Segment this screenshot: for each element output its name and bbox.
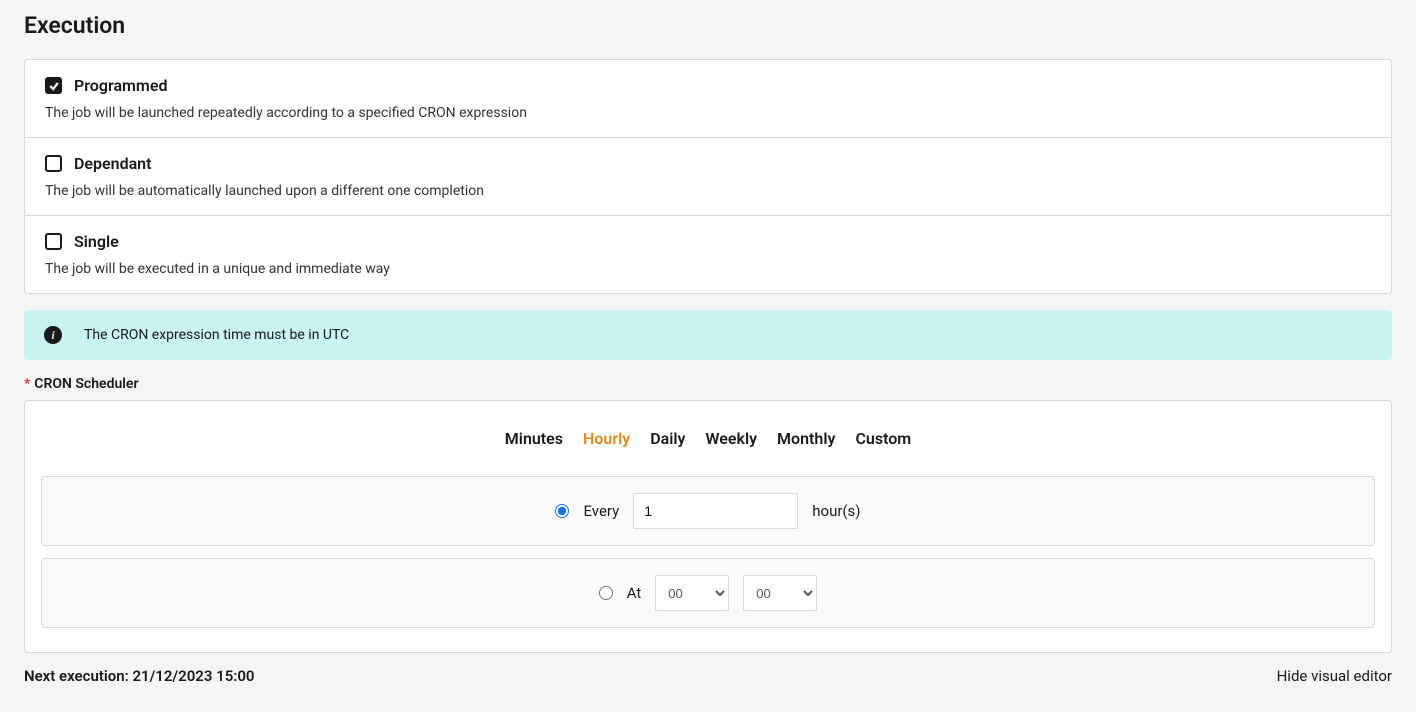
at-hour-select[interactable]: 00 <box>655 575 729 611</box>
required-mark: * <box>24 376 30 392</box>
checkbox-programmed[interactable] <box>45 77 62 94</box>
checkbox-dependant[interactable] <box>45 155 62 172</box>
page-title: Execution <box>24 12 1392 39</box>
every-label: Every <box>583 502 619 520</box>
sched-option-every: Every hour(s) <box>41 476 1375 546</box>
option-card-dependant[interactable]: Dependant The job will be automatically … <box>24 137 1392 216</box>
at-minute-select[interactable]: 00 <box>743 575 817 611</box>
alert-text: The CRON expression time must be in UTC <box>84 327 349 343</box>
scheduler-tabs: Minutes Hourly Daily Weekly Monthly Cust… <box>41 425 1375 452</box>
radio-every[interactable] <box>555 504 569 518</box>
checkbox-single[interactable] <box>45 233 62 250</box>
option-label-dependant: Dependant <box>74 154 152 173</box>
footer-row: Next execution: 21/12/2023 15:00 Hide vi… <box>24 667 1392 685</box>
option-card-single[interactable]: Single The job will be executed in a uni… <box>24 215 1392 294</box>
tab-minutes[interactable]: Minutes <box>505 425 563 452</box>
tab-custom[interactable]: Custom <box>855 425 911 452</box>
radio-at[interactable] <box>599 586 613 600</box>
option-desc-single: The job will be executed in a unique and… <box>45 261 1371 277</box>
next-execution: Next execution: 21/12/2023 15:00 <box>24 667 255 685</box>
at-label: At <box>627 584 642 602</box>
tab-daily[interactable]: Daily <box>650 425 685 452</box>
check-icon <box>48 80 60 92</box>
option-desc-programmed: The job will be launched repeatedly acco… <box>45 105 1371 121</box>
option-card-programmed[interactable]: Programmed The job will be launched repe… <box>24 59 1392 138</box>
every-suffix: hour(s) <box>812 502 860 520</box>
alert-utc: i The CRON expression time must be in UT… <box>24 310 1392 360</box>
option-label-programmed: Programmed <box>74 76 167 95</box>
hide-visual-editor-link[interactable]: Hide visual editor <box>1277 667 1392 685</box>
tab-monthly[interactable]: Monthly <box>777 425 835 452</box>
execution-options-group: Programmed The job will be launched repe… <box>24 59 1392 294</box>
sched-option-at: At 00 00 <box>41 558 1375 628</box>
info-icon: i <box>44 326 62 344</box>
option-label-single: Single <box>74 232 119 251</box>
next-exec-label: Next execution: <box>24 667 132 685</box>
tab-weekly[interactable]: Weekly <box>705 425 757 452</box>
option-desc-dependant: The job will be automatically launched u… <box>45 183 1371 199</box>
tab-hourly[interactable]: Hourly <box>583 425 630 452</box>
next-exec-value: 21/12/2023 15:00 <box>132 667 254 685</box>
every-input[interactable] <box>633 493 798 529</box>
scheduler-box: Minutes Hourly Daily Weekly Monthly Cust… <box>24 400 1392 653</box>
scheduler-field-label: *CRON Scheduler <box>24 376 1392 392</box>
scheduler-label-text: CRON Scheduler <box>34 376 138 392</box>
